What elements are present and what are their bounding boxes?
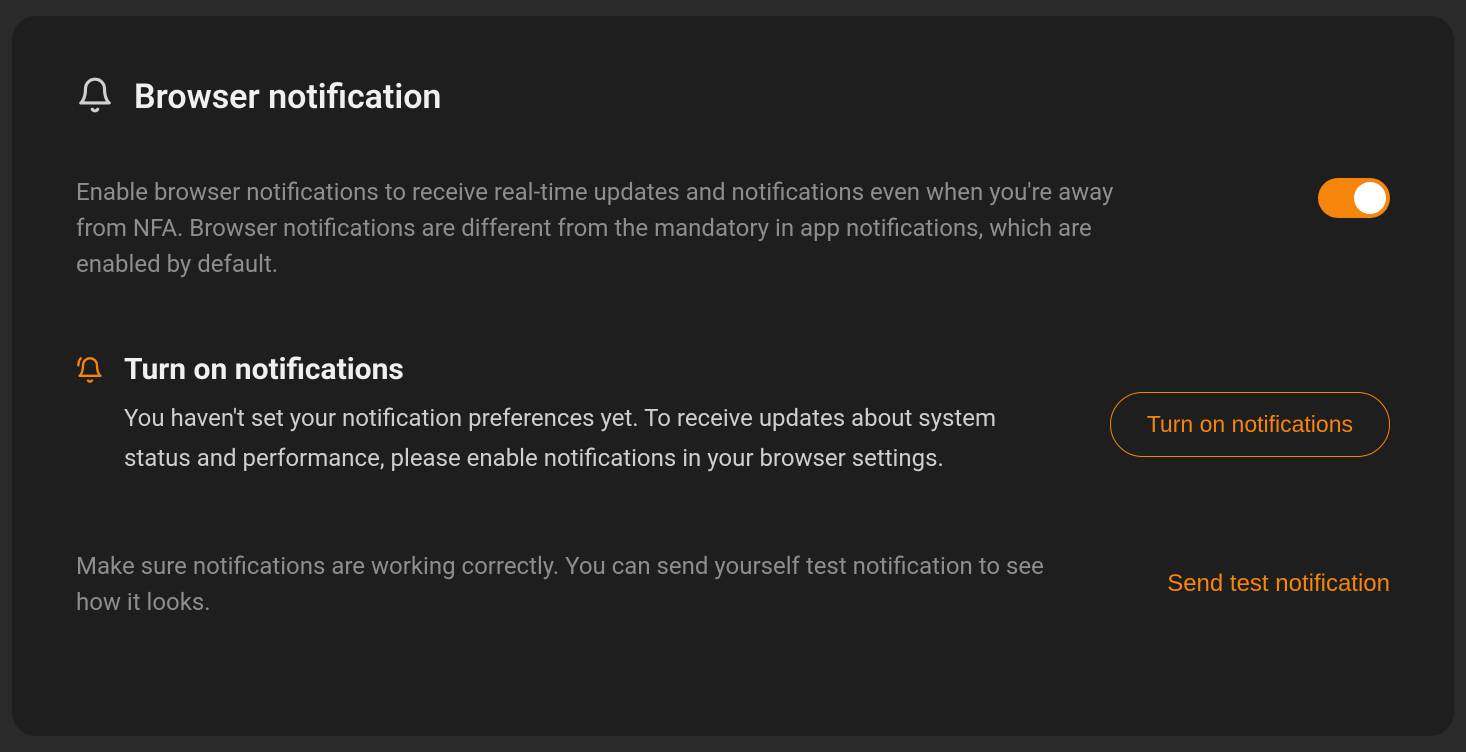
turn-on-text: Turn on notifications You haven't set yo… bbox=[124, 352, 1014, 478]
turn-on-button[interactable]: Turn on notifications bbox=[1110, 392, 1390, 457]
enable-row: Enable browser notifications to receive … bbox=[76, 174, 1390, 282]
turn-on-description: You haven't set your notification prefer… bbox=[124, 399, 1014, 478]
turn-on-title: Turn on notifications bbox=[124, 352, 1014, 387]
test-row: Make sure notifications are working corr… bbox=[76, 548, 1390, 620]
card-header: Browser notification bbox=[76, 76, 1390, 118]
card-title: Browser notification bbox=[134, 77, 441, 117]
enable-description: Enable browser notifications to receive … bbox=[76, 174, 1136, 282]
notification-settings-card: Browser notification Enable browser noti… bbox=[12, 16, 1454, 736]
turn-on-left: Turn on notifications You haven't set yo… bbox=[76, 352, 1014, 478]
bell-ring-icon bbox=[76, 352, 104, 388]
toggle-knob bbox=[1354, 182, 1386, 214]
turn-on-section: Turn on notifications You haven't set yo… bbox=[76, 352, 1390, 478]
test-description: Make sure notifications are working corr… bbox=[76, 548, 1046, 620]
enable-toggle[interactable] bbox=[1318, 178, 1390, 218]
send-test-button[interactable]: Send test notification bbox=[1167, 570, 1390, 598]
bell-icon bbox=[76, 76, 114, 118]
